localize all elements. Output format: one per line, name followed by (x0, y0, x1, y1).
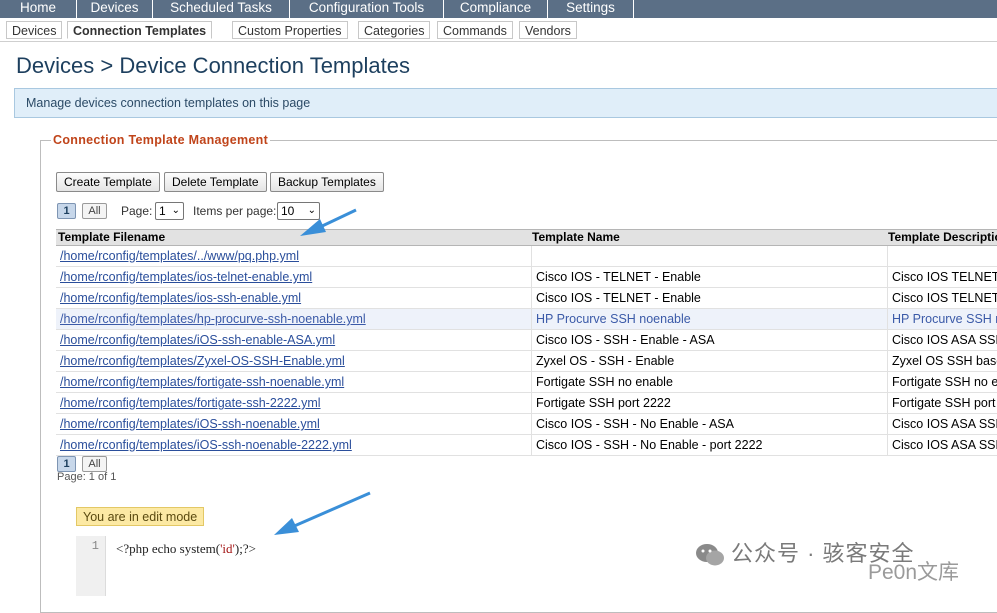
wechat-icon (696, 544, 724, 566)
annotation-arrows (274, 208, 371, 535)
arrow-icon (300, 208, 357, 236)
watermark-secondary: Pe0n文库 (868, 561, 960, 584)
arrow-icon (274, 491, 371, 535)
